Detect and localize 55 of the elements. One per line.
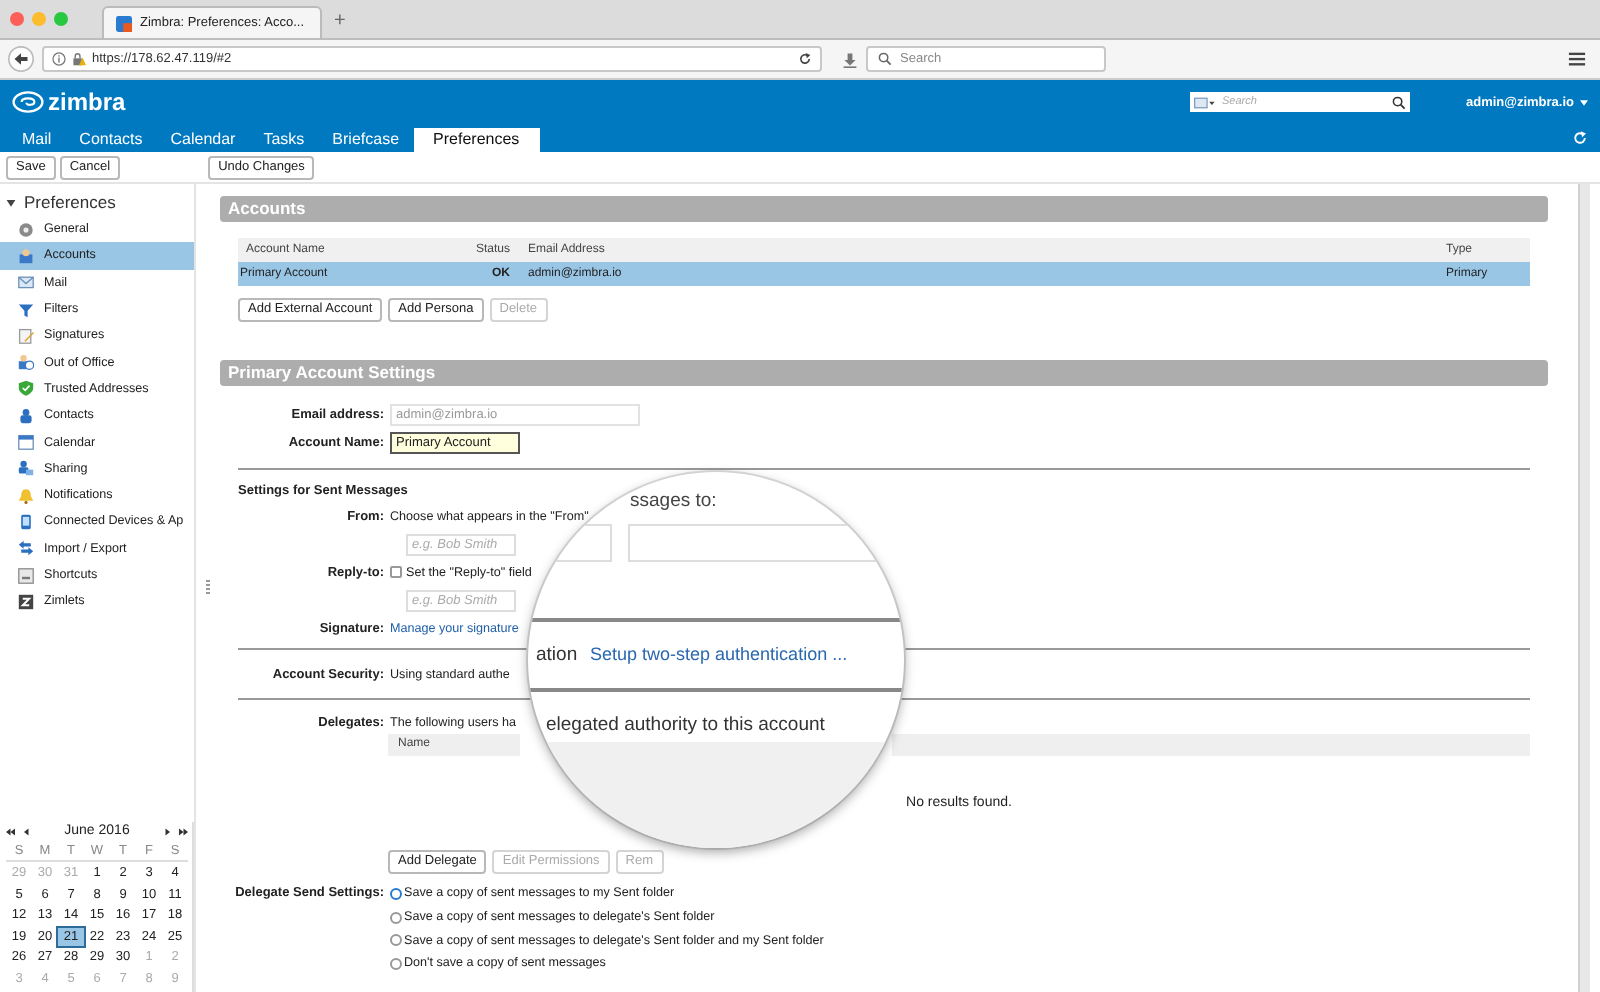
next-year-icon[interactable] — [178, 827, 188, 835]
refresh-icon[interactable] — [1572, 130, 1588, 146]
scrollbar[interactable] — [1578, 184, 1590, 992]
magnified-text: ation — [536, 644, 578, 666]
app-tab[interactable]: Briefcase — [318, 128, 414, 152]
app-icon — [116, 15, 132, 31]
logo: zimbra — [12, 88, 126, 116]
filter-icon — [18, 301, 34, 318]
app-tab[interactable]: Contacts — [65, 128, 157, 152]
menu-icon[interactable] — [1568, 50, 1586, 68]
person-icon — [18, 354, 34, 371]
back-button[interactable] — [8, 46, 34, 72]
close-button[interactable] — [10, 12, 24, 26]
checkbox[interactable] — [390, 566, 402, 578]
next-month-icon[interactable] — [162, 827, 172, 835]
gear-icon — [18, 221, 34, 238]
sidebar-title: Preferences — [24, 192, 116, 212]
shield-icon — [18, 380, 34, 397]
search-icon[interactable] — [1391, 95, 1406, 109]
caret-icon[interactable] — [1580, 99, 1588, 105]
section-header: Primary Account Settings — [220, 360, 1548, 386]
zimlet-icon — [18, 593, 34, 610]
radio-button[interactable] — [390, 911, 402, 924]
person-icon — [18, 247, 34, 264]
radio-button[interactable] — [390, 957, 402, 970]
arrows-icon — [18, 540, 34, 557]
envelope-icon — [18, 274, 34, 291]
app-tab[interactable]: Tasks — [249, 128, 319, 152]
keyboard-icon — [18, 567, 34, 583]
reload-icon[interactable] — [798, 52, 812, 66]
bell-icon — [18, 487, 34, 504]
people-icon — [18, 460, 34, 477]
magnified-text: ssages to: — [630, 490, 717, 512]
search-icon — [878, 52, 892, 66]
magnified-text: elegated authority to this account — [546, 714, 825, 736]
warning-lock-icon[interactable] — [72, 52, 86, 66]
radio-button[interactable] — [390, 887, 402, 900]
expand-arrow-icon[interactable] — [6, 197, 16, 207]
new-tab-button[interactable]: + — [322, 10, 358, 38]
two-step-setup-link[interactable]: Setup two-step authentication ... — [590, 644, 848, 664]
section-header: Accounts — [220, 196, 1548, 222]
radio-button[interactable] — [390, 934, 402, 947]
previous-year-icon[interactable] — [6, 827, 16, 835]
phone-icon — [18, 513, 34, 530]
download-icon[interactable] — [842, 51, 858, 67]
envelope-dropdown-icon[interactable] — [1193, 95, 1216, 109]
splitter-handle[interactable] — [206, 580, 210, 594]
app-tab[interactable]: Preferences — [413, 128, 540, 152]
calendar-icon — [18, 434, 34, 451]
previous-month-icon[interactable] — [22, 827, 32, 835]
info-icon[interactable] — [52, 52, 66, 66]
document-icon — [18, 327, 34, 344]
app-tab[interactable]: Calendar — [156, 128, 250, 152]
person-icon — [18, 407, 34, 424]
app-tab[interactable]: Mail — [8, 128, 66, 152]
